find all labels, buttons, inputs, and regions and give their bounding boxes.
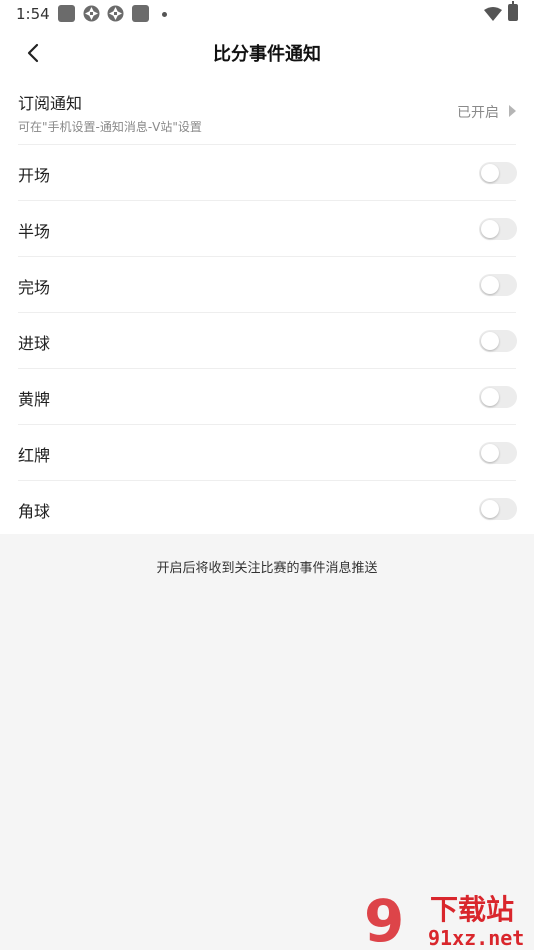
fulltime-toggle[interactable] xyxy=(479,274,517,296)
toggle-knob xyxy=(481,388,499,406)
event-label: 红牌 xyxy=(18,446,51,465)
toggle-knob xyxy=(481,332,499,350)
event-row-yellow-card: 黄牌 xyxy=(0,369,534,424)
watermark-logo: 9 下载站 91xz.net xyxy=(362,887,530,950)
goal-toggle[interactable] xyxy=(479,330,517,352)
subscription-subtitle: 可在"手机设置-通知消息-V站"设置 xyxy=(18,120,202,134)
event-label: 半场 xyxy=(18,222,51,241)
status-bar: 1:54 xyxy=(0,0,534,28)
status-time: 1:54 xyxy=(16,5,50,23)
halftime-toggle[interactable] xyxy=(479,218,517,240)
subscription-row[interactable]: 订阅通知 可在"手机设置-通知消息-V站"设置 已开启 xyxy=(0,78,534,144)
page-title: 比分事件通知 xyxy=(213,44,321,65)
watermark-site: 91xz.net xyxy=(428,926,524,949)
subscription-status: 已开启 xyxy=(457,105,499,121)
square-app-icon xyxy=(132,5,149,22)
dot-icon xyxy=(162,12,167,17)
toggle-knob xyxy=(481,276,499,294)
event-row-goal: 进球 xyxy=(0,313,534,368)
watermark-logo-mark: 9 xyxy=(364,889,404,949)
header: 比分事件通知 xyxy=(0,28,534,78)
battery-icon xyxy=(508,1,518,21)
event-row-halftime: 半场 xyxy=(0,201,534,256)
event-row-corner: 角球 xyxy=(0,481,534,536)
event-label: 完场 xyxy=(18,278,51,297)
square-app-icon xyxy=(58,5,75,22)
subscription-title: 订阅通知 xyxy=(18,94,83,113)
watermark-brand: 下载站 xyxy=(430,893,514,926)
red-card-toggle[interactable] xyxy=(479,442,517,464)
event-label: 黄牌 xyxy=(18,390,51,409)
footer-hint: 开启后将收到关注比赛的事件消息推送 xyxy=(156,561,378,576)
toggle-knob xyxy=(481,220,499,238)
corner-toggle[interactable] xyxy=(479,498,517,520)
event-row-kickoff: 开场 xyxy=(0,145,534,200)
wifi-icon xyxy=(484,6,502,25)
chevron-right-icon xyxy=(509,105,516,117)
toggle-knob xyxy=(481,164,499,182)
event-label: 角球 xyxy=(18,502,51,521)
settings-panel: 订阅通知 可在"手机设置-通知消息-V站"设置 已开启 开场 半场 完场 进球 … xyxy=(0,78,534,534)
shutter-icon xyxy=(83,5,100,22)
toggle-knob xyxy=(481,500,499,518)
event-row-fulltime: 完场 xyxy=(0,257,534,312)
event-label: 进球 xyxy=(18,334,51,353)
event-row-red-card: 红牌 xyxy=(0,425,534,480)
toggle-knob xyxy=(481,444,499,462)
yellow-card-toggle[interactable] xyxy=(479,386,517,408)
shutter-icon xyxy=(107,5,124,22)
kickoff-toggle[interactable] xyxy=(479,162,517,184)
event-label: 开场 xyxy=(18,166,51,185)
